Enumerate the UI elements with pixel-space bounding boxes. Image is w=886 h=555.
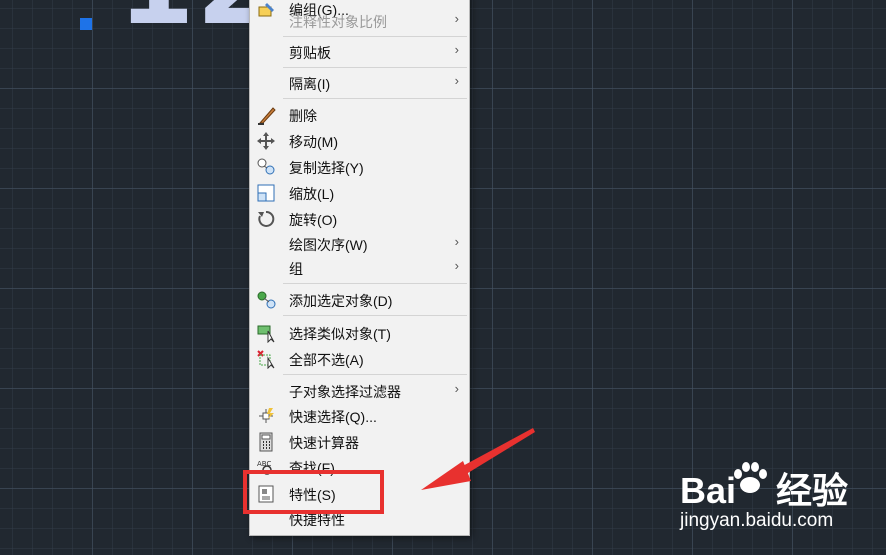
quick-select-icon — [256, 406, 276, 426]
annotation-arrow-icon — [421, 428, 535, 490]
menu-separator — [283, 67, 467, 68]
copy-icon — [256, 157, 276, 177]
menu-item-add-selected[interactable]: 添加选定对象(D) — [250, 288, 469, 312]
chevron-right-icon: › — [454, 258, 459, 273]
chevron-right-icon: › — [454, 73, 459, 88]
menu-item-draw-order[interactable]: 绘图次序(W) › — [250, 232, 469, 256]
menu-item-scale[interactable]: 缩放(L) — [250, 181, 469, 205]
eraser-icon — [256, 105, 276, 125]
menu-item-copy-selection[interactable]: 复制选择(Y) — [250, 155, 469, 179]
menu-separator — [283, 315, 467, 316]
menu-item-rotate[interactable]: 旋转(O) — [250, 207, 469, 231]
chevron-right-icon: › — [454, 381, 459, 396]
paw-logo-icon — [734, 462, 767, 493]
select-similar-icon — [256, 323, 276, 344]
menu-item-delete[interactable]: 删除 — [250, 103, 469, 127]
calculator-icon — [256, 432, 276, 452]
menu-item-annotative-scale[interactable]: 注释性对象比例 › — [250, 9, 469, 33]
deselect-all-icon — [256, 349, 276, 370]
chevron-right-icon: › — [454, 234, 459, 249]
rotate-icon — [256, 209, 276, 229]
selection-grip[interactable] — [80, 18, 92, 30]
menu-separator — [283, 283, 467, 284]
menu-separator — [283, 98, 467, 99]
menu-item-clipboard[interactable]: 剪贴板 › — [250, 40, 469, 64]
move-icon — [256, 131, 276, 151]
watermark-url: jingyan.baidu.com — [680, 510, 834, 531]
add-selected-icon — [256, 290, 276, 310]
menu-item-isolate[interactable]: 隔离(I) › — [250, 71, 469, 95]
menu-separator — [283, 374, 467, 375]
menu-item-select-similar[interactable]: 选择类似对象(T) — [250, 321, 469, 345]
properties-highlight-box — [243, 470, 384, 514]
scale-icon — [256, 183, 276, 203]
menu-item-subobject-filter[interactable]: 子对象选择过滤器 › — [250, 379, 469, 403]
menu-item-group[interactable]: 组 › — [250, 256, 469, 280]
chevron-right-icon: › — [454, 11, 459, 26]
menu-separator — [283, 36, 467, 37]
chevron-right-icon: › — [454, 42, 459, 57]
menu-item-deselect-all[interactable]: 全部不选(A) — [250, 347, 469, 371]
menu-item-move[interactable]: 移动(M) — [250, 129, 469, 153]
